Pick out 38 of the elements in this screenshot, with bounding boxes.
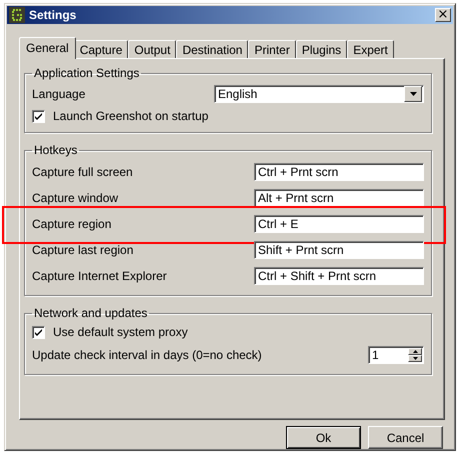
group-title: Application Settings	[33, 66, 140, 80]
tab[interactable]: Output	[128, 40, 176, 58]
group-title: Network and updates	[33, 306, 148, 320]
app-icon	[9, 7, 25, 23]
group-title: Hotkeys	[33, 143, 78, 157]
tab[interactable]: Capture	[74, 40, 128, 58]
checkbox[interactable]	[32, 326, 45, 338]
field-label: Language	[32, 87, 86, 101]
tab[interactable]: General	[19, 37, 76, 59]
checkbox-label: Use default system proxy	[53, 325, 188, 339]
hotkey-label: Capture last region	[32, 243, 134, 257]
checkbox-label: Launch Greenshot on startup	[53, 109, 208, 123]
tab[interactable]: Plugins	[296, 40, 348, 58]
checkmark-icon	[34, 328, 43, 336]
language-dropdown[interactable]: English	[214, 85, 424, 103]
hotkey-field[interactable]: Ctrl + E	[254, 215, 424, 233]
caret-icon	[410, 92, 416, 96]
tab[interactable]: Expert	[347, 40, 394, 58]
hotkey-label: Capture window	[32, 191, 118, 205]
hotkey-field[interactable]: Alt + Prnt scrn	[254, 189, 424, 207]
up-arrow-icon	[412, 350, 418, 353]
hotkey-label: Capture Internet Explorer	[32, 269, 167, 283]
hotkey-field[interactable]: Ctrl + Prnt scrn	[254, 163, 424, 181]
window-title: Settings	[29, 8, 78, 22]
hotkey-label: Capture region	[32, 217, 112, 231]
close-button[interactable]: ×	[435, 8, 451, 22]
checkmark-icon	[34, 112, 43, 120]
dialog-button[interactable]: Cancel	[368, 426, 443, 449]
hotkey-field[interactable]: Shift + Prnt scrn	[254, 241, 424, 259]
hotkey-field[interactable]: Ctrl + Shift + Prnt scrn	[254, 267, 424, 285]
tab[interactable]: Destination	[176, 40, 248, 58]
down-arrow-icon	[412, 357, 418, 360]
dialog-button[interactable]: Ok	[286, 426, 361, 449]
hotkey-label: Capture full screen	[32, 165, 133, 179]
tab[interactable]: Printer	[248, 40, 296, 58]
field-label: Update check interval in days (0=no check)	[32, 348, 262, 362]
interval-spinner[interactable]: 1	[368, 346, 424, 364]
checkbox[interactable]	[32, 110, 45, 122]
